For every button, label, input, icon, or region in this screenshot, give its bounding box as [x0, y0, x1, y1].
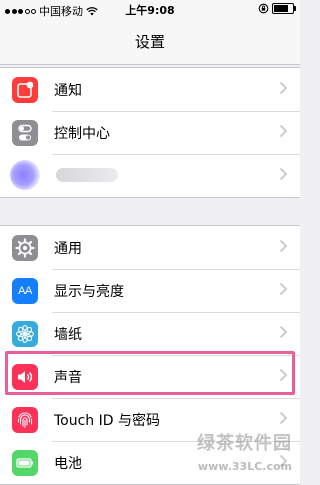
notifications-icon: [12, 77, 38, 103]
battery-indicator: [272, 3, 296, 14]
settings-row-wallpaper[interactable]: 墙纸: [0, 312, 300, 355]
status-bar: 中国移动 上午9:08: [0, 0, 300, 20]
status-time: 上午9:08: [125, 4, 175, 17]
chevron-right-icon: [279, 124, 288, 138]
control-center-icon: [12, 120, 38, 146]
settings-row-general[interactable]: 通用: [0, 226, 300, 269]
chevron-right-icon: [279, 167, 288, 181]
blurred-label: [56, 168, 118, 182]
display-brightness-glyph: AA: [18, 285, 32, 297]
chevron-right-icon: [279, 282, 288, 296]
settings-row-label: 电池: [54, 456, 82, 472]
settings-row-label: Touch ID 与密码: [54, 413, 160, 429]
blurred-avatar: [10, 160, 40, 190]
orientation-lock-icon: [258, 3, 269, 14]
wallpaper-icon: [12, 321, 38, 347]
settings-row-label: 控制中心: [54, 126, 110, 142]
settings-row-sounds[interactable]: 声音: [0, 355, 300, 398]
status-right: [258, 3, 296, 14]
settings-row-blurred[interactable]: [0, 154, 300, 197]
settings-row-label: 声音: [54, 370, 82, 386]
settings-group-1: 通知 控制中心: [0, 67, 300, 198]
battery-icon: [12, 450, 38, 476]
page-title: 设置: [134, 33, 165, 51]
navigation-bar: 设置: [0, 20, 300, 65]
sound-icon: [12, 364, 38, 390]
watermark-url: www.33LC.com: [197, 460, 292, 473]
watermark: 绿茶软件园: [197, 433, 292, 454]
settings-row-label: 通用: [54, 241, 82, 257]
settings-row-label: 显示与亮度: [54, 284, 124, 300]
settings-row-control-center[interactable]: 控制中心: [0, 111, 300, 154]
chevron-right-icon: [279, 239, 288, 253]
settings-row-label: 通知: [54, 83, 82, 99]
fingerprint-icon: [12, 407, 38, 433]
chevron-right-icon: [279, 325, 288, 339]
chevron-right-icon: [279, 411, 288, 425]
settings-row-display-brightness[interactable]: AA 显示与亮度: [0, 269, 300, 312]
settings-row-notifications[interactable]: 通知: [0, 68, 300, 111]
settings-row-label: 墙纸: [54, 327, 82, 343]
display-brightness-icon: AA: [12, 278, 38, 304]
chevron-right-icon: [279, 81, 288, 95]
chevron-right-icon: [279, 368, 288, 382]
gear-icon: [12, 235, 38, 261]
